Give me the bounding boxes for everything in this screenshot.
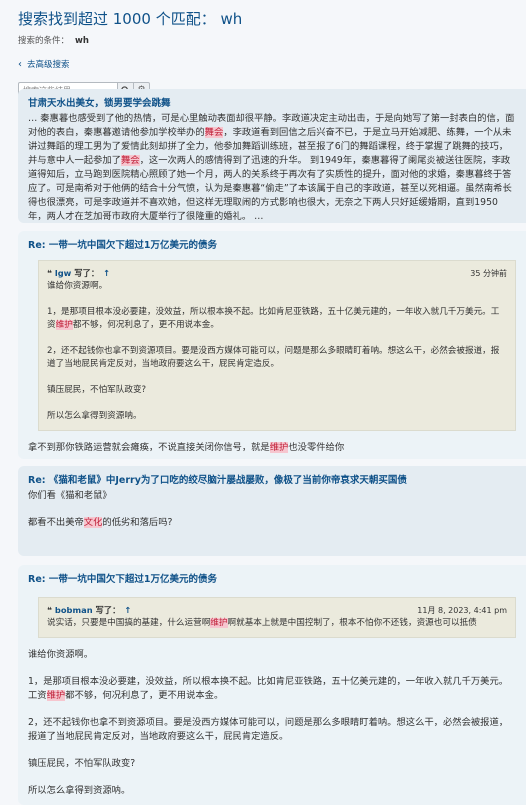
arrow-up-icon[interactable]: ↑ [124,605,131,615]
result-title-link[interactable]: Re: 一带一坑中国欠下超过1万亿美元的债务 [28,571,516,585]
highlight: 维护 [210,618,228,628]
quote-username[interactable]: bobman [55,605,93,615]
highlight: 维护 [55,320,73,330]
page-title: 搜索找到超过 1000 个匹配： wh [18,8,516,29]
quote-icon: ❝ [47,268,52,278]
quote-icon: ❝ [47,605,52,615]
highlight: 文化 [83,517,103,528]
advanced-search-label: 去高级搜索 [27,60,70,70]
quote-username[interactable]: lgw [55,268,71,278]
search-cond-value: wh [75,36,89,46]
post-text: 都看不出美帝文化的低劣和落后吗? [28,517,173,528]
highlight: 维护 [269,442,289,453]
result-title-link[interactable]: 甘肃天水出美女，锁男要学会跳舞 [28,95,516,109]
title-keyword: wh [220,10,243,28]
highlight: 舞会 [120,155,140,166]
search-result: 甘肃天水出美女，锁男要学会跳舞 … 秦惠暮也感受到了他的热情，可是心里触动表面却… [18,89,526,223]
result-title-link[interactable]: Re: 一带一坑中国欠下超过1万亿美元的债务 [28,237,516,251]
quote-block: ❝ lgw 写了： ↑ 35 分钟前 谁给你资源啊。 1，是那项目根本没必要建，没效… [38,260,516,431]
quote-block: ❝ bobman 写了： ↑ 11月 8, 2023, 4:41 pm 说实话，只要… [38,597,516,638]
highlight: 舞会 [204,127,224,138]
result-excerpt: … 秦惠暮也感受到了他的热情，可是心里触动表面却很平静。李政道决定主动出击，于是… [28,113,515,222]
advanced-search-link[interactable]: ‹ 去高级搜索 [18,58,516,71]
chevron-left-icon: ‹ [18,58,22,70]
title-prefix: 搜索找到超过 1000 个匹配： [18,10,216,28]
highlight: 维护 [46,690,66,701]
search-conditions: 搜索的条件： wh [18,34,516,46]
post-text: 你们看《猫和老鼠》 [28,490,112,501]
search-result: Re: 《猫和老鼠》中Jerry为了口吃的绞尽脑汁屡战屡败，像极了当前你帝哀求天… [18,466,526,556]
result-title-link[interactable]: Re: 《猫和老鼠》中Jerry为了口吃的绞尽脑汁屡战屡败，像极了当前你帝哀求天… [28,472,516,486]
post-text: 谁给你资源啊。 1，是那项目根本没必要建，没效益，所以根本换不起。比如肯尼亚铁路… [28,649,509,796]
search-result: Re: 一带一坑中国欠下超过1万亿美元的债务 ❝ bobman 写了： ↑ 11月 … [18,565,526,805]
quote-time: 11月 8, 2023, 4:41 pm [417,606,507,615]
post-text: 拿不到那你铁路运营就会瘫痪，不说直接关闭你信号，就是维护也没零件给你 [28,442,345,453]
search-result: Re: 一带一坑中国欠下超过1万亿美元的债务 ❝ lgw 写了： ↑ 35 分钟前 … [18,231,526,459]
arrow-up-icon[interactable]: ↑ [103,268,110,278]
search-cond-label: 搜索的条件： [18,36,70,46]
quote-time: 35 分钟前 [470,269,507,278]
